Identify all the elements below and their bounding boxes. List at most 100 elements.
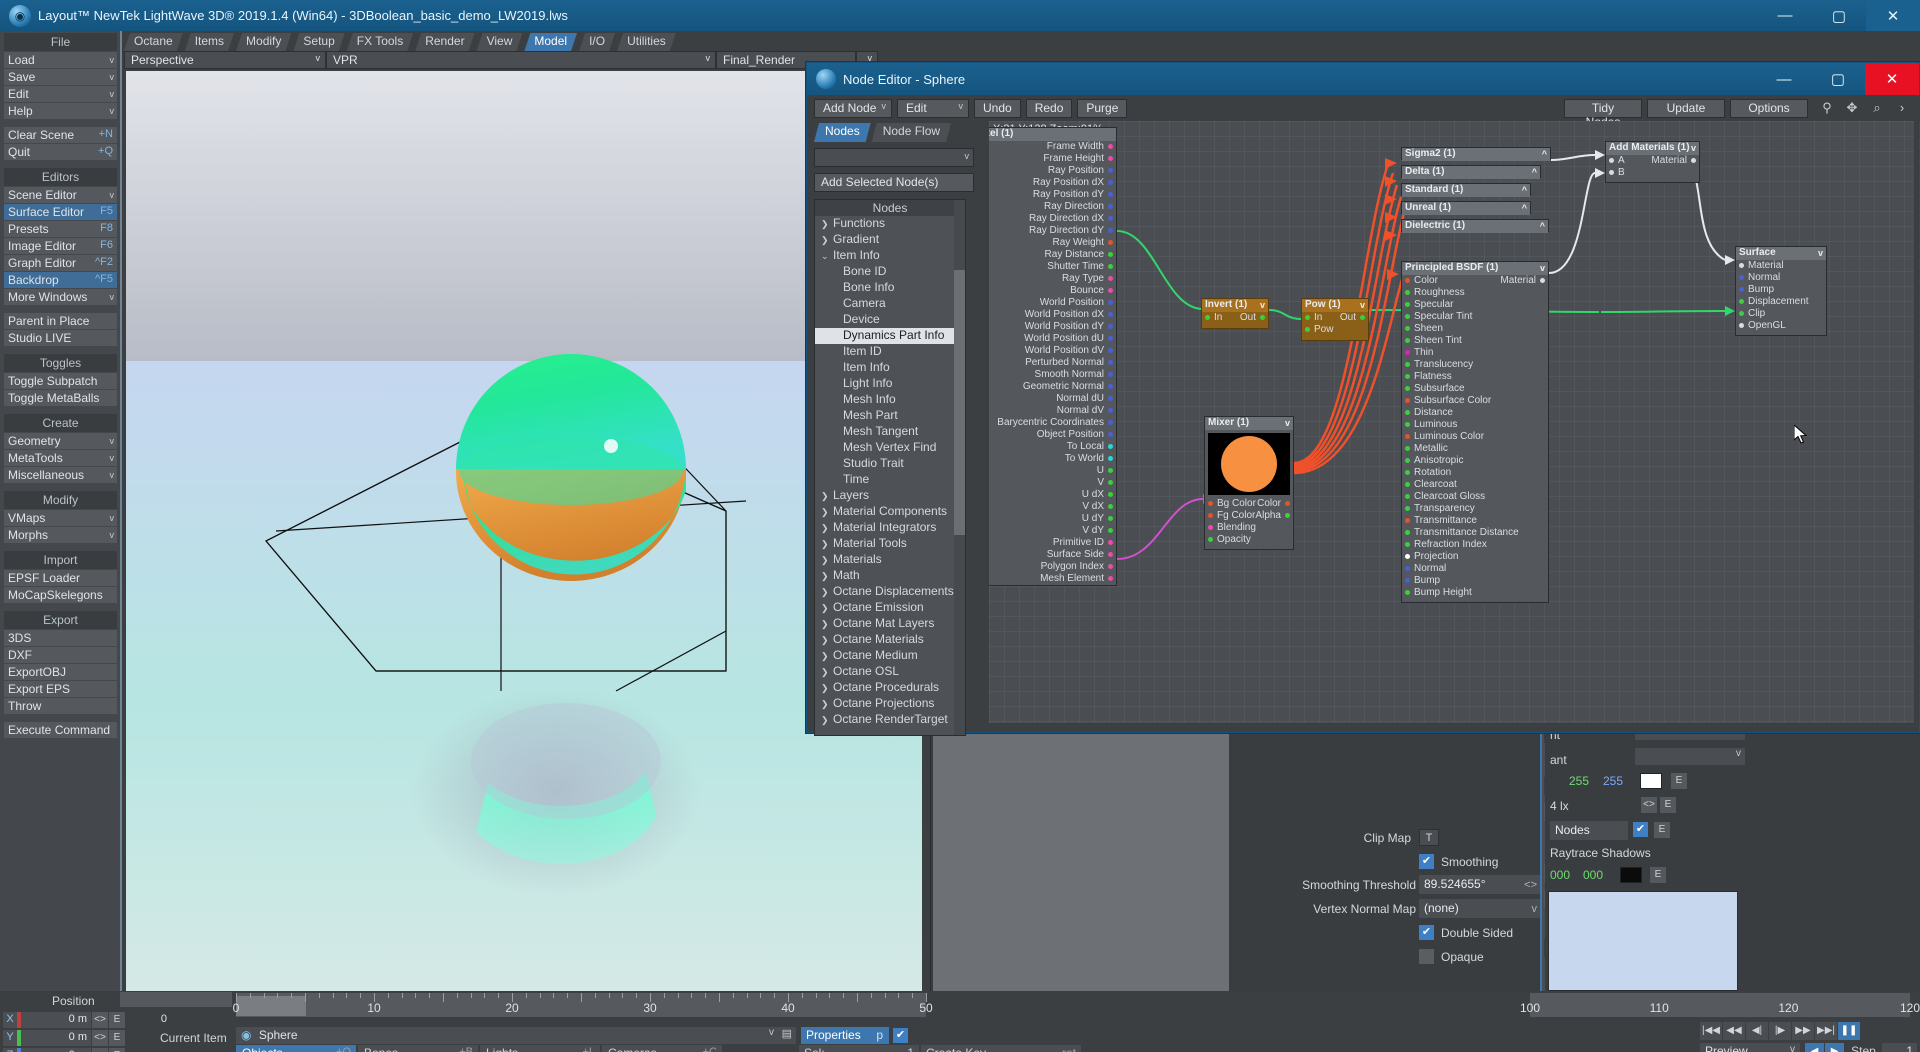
node-delta-1-[interactable]: Delta (1) ^ [1401, 165, 1541, 179]
list-icon[interactable]: ▤ [782, 1027, 792, 1040]
tab-items[interactable]: Items [185, 33, 234, 51]
node-tree-item-octane-rendertarget[interactable]: ❯ Octane RenderTarget [815, 712, 965, 728]
pixel-output-bounce[interactable]: Bounce [989, 285, 1116, 297]
port-dot[interactable] [1739, 263, 1744, 268]
axis-value-y[interactable]: 0 m [21, 1029, 91, 1046]
tab-render[interactable]: Render [415, 33, 474, 51]
port-dot[interactable] [1108, 372, 1113, 377]
surface-input-normal[interactable]: Normal [1736, 272, 1826, 284]
node-sigma2-1-[interactable]: Sigma2 (1) ^ [1401, 147, 1551, 161]
viewport-view-select[interactable]: Perspective v [124, 51, 326, 69]
pixel-output-to-local[interactable]: To Local [989, 441, 1116, 453]
pixel-output-ray-position-dy[interactable]: Ray Position dY [989, 189, 1116, 201]
node-surface-header[interactable]: Surface v [1736, 247, 1826, 260]
chevron-right-icon[interactable]: ❯ [821, 617, 833, 632]
port-dot[interactable] [1405, 326, 1410, 331]
chevron-right-icon[interactable]: ❯ [821, 585, 833, 600]
port-dot[interactable] [1108, 180, 1113, 185]
tab-modify[interactable]: Modify [236, 33, 291, 51]
chevron-up-icon[interactable]: ^ [1522, 184, 1527, 196]
node-mixer-header[interactable]: Mixer (1) v [1205, 417, 1293, 430]
port-dot[interactable] [1108, 348, 1113, 353]
port-out-dot[interactable] [1260, 315, 1265, 320]
playback-pause-button[interactable]: ❚❚ [1838, 1022, 1860, 1040]
pixel-output-polygon-index[interactable]: Polygon Index [989, 561, 1116, 573]
bsdf-input-rotation[interactable]: Rotation [1402, 467, 1548, 479]
node-tree-item-octane-materials[interactable]: ❯ Octane Materials [815, 632, 965, 648]
sidebar-item-toggle-metaballs[interactable]: Toggle MetaBalls [4, 390, 117, 406]
pixel-output-world-position[interactable]: World Position [989, 297, 1116, 309]
node-tree-item-camera[interactable]: Camera [815, 296, 965, 312]
redo-button[interactable]: Redo [1025, 98, 1073, 118]
sidebar-item-toggle-subpatch[interactable]: Toggle Subpatch [4, 373, 117, 389]
pixel-output-world-position-dx[interactable]: World Position dX [989, 309, 1116, 321]
port-dot[interactable] [1405, 290, 1410, 295]
port-dot[interactable] [1108, 204, 1113, 209]
node-standard-1-[interactable]: Standard (1) ^ [1401, 183, 1531, 197]
port-dot[interactable] [1108, 228, 1113, 233]
pixel-output-u[interactable]: U [989, 465, 1116, 477]
port-dot[interactable] [1108, 252, 1113, 257]
chevron-right-icon[interactable]: ❯ [821, 505, 833, 520]
node-tree-item-item-id[interactable]: Item ID [815, 344, 965, 360]
tab-i-o[interactable]: I/O [579, 33, 615, 51]
stepper-arrows-icon[interactable]: <> [1524, 876, 1537, 894]
pixel-output-normal-dv[interactable]: Normal dV [989, 405, 1116, 417]
port-dot[interactable] [1405, 302, 1410, 307]
bsdf-input-transmittance[interactable]: Transmittance [1402, 515, 1548, 527]
sidebar-item-vmaps[interactable]: VMaps v [4, 510, 117, 526]
pixel-output-ray-direction-dx[interactable]: Ray Direction dX [989, 213, 1116, 225]
viewport-3d[interactable] [126, 71, 922, 991]
bsdf-input-luminous[interactable]: Luminous [1402, 419, 1548, 431]
axis-stepper-y[interactable]: <> [92, 1029, 108, 1046]
node-tree-item-material-tools[interactable]: ❯ Material Tools [815, 536, 965, 552]
pixel-output-surface-side[interactable]: Surface Side [989, 549, 1116, 561]
node-pow[interactable]: Pow (1) v In Out Pow [1301, 298, 1369, 341]
port-in-dot[interactable] [1305, 315, 1310, 320]
port-dot[interactable] [1108, 480, 1113, 485]
chevron-right-icon[interactable]: ❯ [821, 553, 833, 568]
node-tree-item-mesh-vertex-find[interactable]: Mesh Vertex Find [815, 440, 965, 456]
pixel-output-mesh-element[interactable]: Mesh Element [989, 573, 1116, 585]
node-tree-item-dynamics-part-info[interactable]: Dynamics Part Info [815, 328, 965, 344]
node-tree-item-mesh-tangent[interactable]: Mesh Tangent [815, 424, 965, 440]
node-tree-item-octane-mat-layers[interactable]: ❯ Octane Mat Layers [815, 616, 965, 632]
add-selected-nodes-button[interactable]: Add Selected Node(s) [814, 173, 974, 192]
port-dot[interactable] [1108, 192, 1113, 197]
node-tree-item-material-integrators[interactable]: ❯ Material Integrators [815, 520, 965, 536]
port-dot[interactable] [1405, 410, 1410, 415]
pixel-output-world-position-dy[interactable]: World Position dY [989, 321, 1116, 333]
mixer-input-opacity[interactable]: Opacity [1205, 534, 1293, 546]
node-tree-item-octane-medium[interactable]: ❯ Octane Medium [815, 648, 965, 664]
sidebar-item-clear-scene[interactable]: Clear Scene +N [4, 127, 117, 143]
pixel-output-ray-type[interactable]: Ray Type [989, 273, 1116, 285]
port-dot[interactable] [1108, 144, 1113, 149]
node-search-input[interactable]: v [814, 148, 974, 167]
sidebar-item-exportobj[interactable]: ExportOBJ [4, 664, 117, 680]
collapsed-node-header[interactable]: Dielectric (1) ^ [1402, 220, 1548, 233]
chevron-right-icon[interactable]: ❯ [821, 681, 833, 696]
port-dot[interactable] [1108, 240, 1113, 245]
port-dot[interactable] [1108, 420, 1113, 425]
port-dot[interactable] [1405, 518, 1410, 523]
node-editor-maximize-button[interactable]: ▢ [1811, 63, 1865, 95]
node-tree-item-octane-procedurals[interactable]: ❯ Octane Procedurals [815, 680, 965, 696]
port-dot[interactable] [1405, 362, 1410, 367]
timeline-ruler[interactable]: 0 10 20 30 40 50 [233, 993, 933, 1017]
sidebar-item-quit[interactable]: Quit +Q [4, 144, 117, 160]
sidebar-item-mocapskelegons[interactable]: MoCapSkelegons [4, 587, 117, 603]
tidy-nodes-button[interactable]: Tidy Nodes [1564, 98, 1642, 129]
smoothing-threshold-input[interactable]: 89.524655° <> [1419, 875, 1541, 894]
axis-envelope-x[interactable]: E [109, 1011, 125, 1028]
node-tree-item-bone-info[interactable]: Bone Info [815, 280, 965, 296]
tab-model[interactable]: Model [524, 33, 577, 51]
chevron-right-icon[interactable]: ❯ [821, 649, 833, 664]
bsdf-input-specular-tint[interactable]: Specular Tint [1402, 311, 1548, 323]
bsdf-input-transparency[interactable]: Transparency [1402, 503, 1548, 515]
update-button[interactable]: Update [1647, 98, 1725, 118]
chevron-right-icon[interactable]: ❯ [821, 569, 833, 584]
pixel-output-world-position-dv[interactable]: World Position dV [989, 345, 1116, 357]
properties-button[interactable]: Properties p [801, 1027, 889, 1044]
port-dot[interactable] [1739, 323, 1744, 328]
select-mode-bones[interactable]: Bones +B [358, 1045, 478, 1052]
